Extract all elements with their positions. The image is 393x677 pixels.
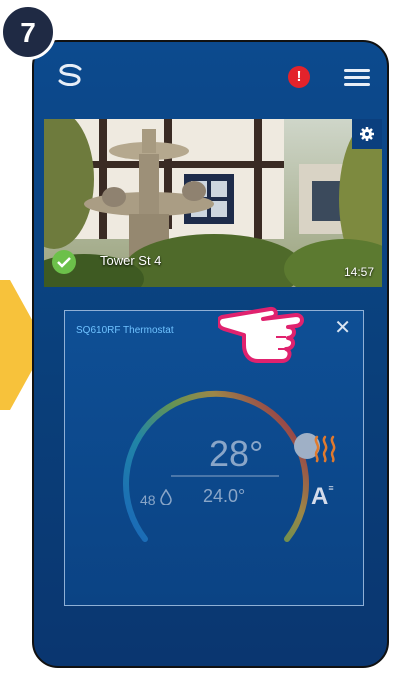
hamburger-menu-icon[interactable] — [344, 69, 370, 86]
thermostat-card[interactable]: SQ610RF Thermostat ✕ 28° 48 24.0° A≡ — [64, 310, 364, 606]
camera-timestamp: 14:57 — [343, 265, 374, 279]
water-drop-icon — [160, 488, 173, 506]
mode-lines-icon: ≡ — [328, 483, 334, 493]
step-number-badge: 7 — [0, 4, 56, 60]
auto-mode-icon[interactable]: A≡ — [311, 483, 334, 511]
set-temperature: 28° — [209, 433, 264, 474]
heat-waves-icon — [314, 435, 336, 463]
phone-screen: ! Tower St 4 14:57 SQ610RF Thermostat ✕ … — [32, 40, 389, 668]
humidity-number: 48 — [140, 492, 156, 508]
current-temperature: 24.0° — [203, 486, 246, 506]
salus-logo-icon[interactable] — [56, 64, 84, 86]
gear-icon — [360, 127, 374, 141]
camera-snapshot — [44, 119, 382, 287]
camera-settings-button[interactable] — [352, 119, 382, 149]
app-header: ! — [34, 42, 387, 110]
check-circle-icon — [52, 250, 76, 274]
mode-label: A — [311, 483, 329, 510]
pointing-hand-icon — [218, 306, 304, 363]
alert-icon[interactable]: ! — [288, 66, 310, 88]
humidity-value: 48 — [140, 488, 173, 508]
camera-name: Tower St 4 — [100, 253, 162, 268]
camera-card[interactable]: Tower St 4 14:57 — [44, 119, 382, 287]
